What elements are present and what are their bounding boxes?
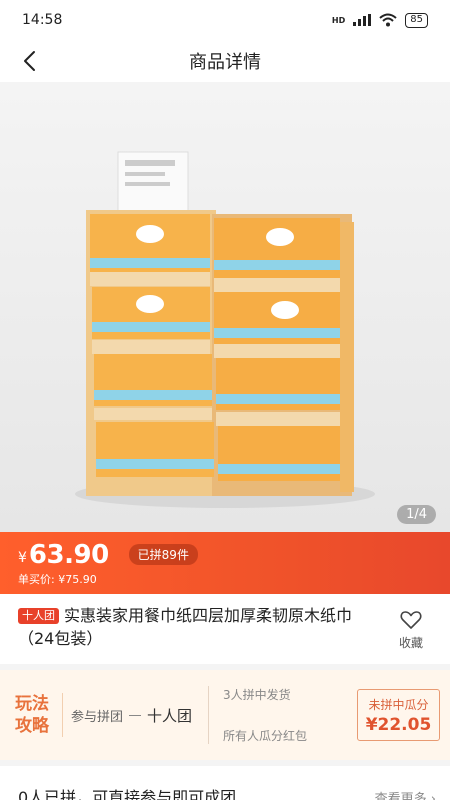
rules-list: 3人拼中发货 所有人瓜分红包 xyxy=(208,686,307,744)
group-tag-badge: 十人团 xyxy=(18,608,59,624)
reward-label: 未拼中瓜分 xyxy=(368,697,429,712)
signal-icon xyxy=(353,14,372,26)
dash-divider xyxy=(129,714,142,716)
reward-box: 未拼中瓜分 ¥22.05 xyxy=(357,689,440,741)
joined-count-badge: 已拼89件 xyxy=(128,544,198,565)
status-bar: 14:58 HD 85 xyxy=(0,0,450,40)
hd-icon: HD xyxy=(331,15,346,25)
join-label: 参与拼团 xyxy=(71,709,124,725)
product-title: 实惠装家用餐巾纸四层加厚柔韧原木纸巾（24包装） xyxy=(18,606,353,648)
back-button[interactable] xyxy=(14,46,44,76)
heart-icon xyxy=(400,611,422,629)
rule-item: 3人拼中发货 xyxy=(223,688,291,702)
strategy-title-line1: 玩法 xyxy=(15,694,49,714)
tissue-pack-image xyxy=(0,82,450,532)
strategy-title: 玩法 攻略 xyxy=(10,693,54,737)
image-pager: 1/4 xyxy=(397,505,436,524)
view-more-link[interactable]: 查看更多 › xyxy=(375,788,436,800)
group-status-text: 0人已拼，可直接参与即可成团 xyxy=(18,788,237,800)
strategy-title-line2: 攻略 xyxy=(15,716,49,736)
chevron-left-icon xyxy=(24,51,35,71)
status-icons: HD 85 xyxy=(331,12,428,28)
reward-value: ¥22.05 xyxy=(365,714,432,735)
price-bar: ¥ 63.90 已拼89件 单买价: ¥75.90 xyxy=(0,532,450,594)
battery-icon: 85 xyxy=(405,12,428,28)
rule-item: 所有人瓜分红包 xyxy=(223,729,308,743)
nav-header: 商品详情 xyxy=(0,40,450,82)
page-title: 商品详情 xyxy=(189,52,261,73)
group-price: 63.90 xyxy=(28,539,109,570)
currency-symbol: ¥ xyxy=(18,549,27,566)
join-group-info: 参与拼团 十人团 xyxy=(71,705,192,726)
single-buy-price: 单买价: ¥75.90 xyxy=(18,572,97,586)
group-type: 十人团 xyxy=(147,706,193,725)
product-title-card: 十人团 实惠装家用餐巾纸四层加厚柔韧原木纸巾（24包装） 收藏 xyxy=(0,594,450,664)
divider xyxy=(62,693,63,737)
group-list-card: 0人已拼，可直接参与即可成团 查看更多 › xyxy=(0,766,450,800)
status-time: 14:58 xyxy=(22,12,63,28)
product-title-block: 十人团 实惠装家用餐巾纸四层加厚柔韧原木纸巾（24包装） xyxy=(18,604,386,664)
favorite-label: 收藏 xyxy=(398,636,423,650)
wifi-icon xyxy=(379,13,397,27)
play-strategy-section: 玩法 攻略 参与拼团 十人团 3人拼中发货 所有人瓜分红包 未拼中瓜分 ¥22.… xyxy=(0,670,450,760)
product-image-gallery[interactable]: 1/4 xyxy=(0,82,450,532)
favorite-button[interactable]: 收藏 xyxy=(386,604,436,664)
